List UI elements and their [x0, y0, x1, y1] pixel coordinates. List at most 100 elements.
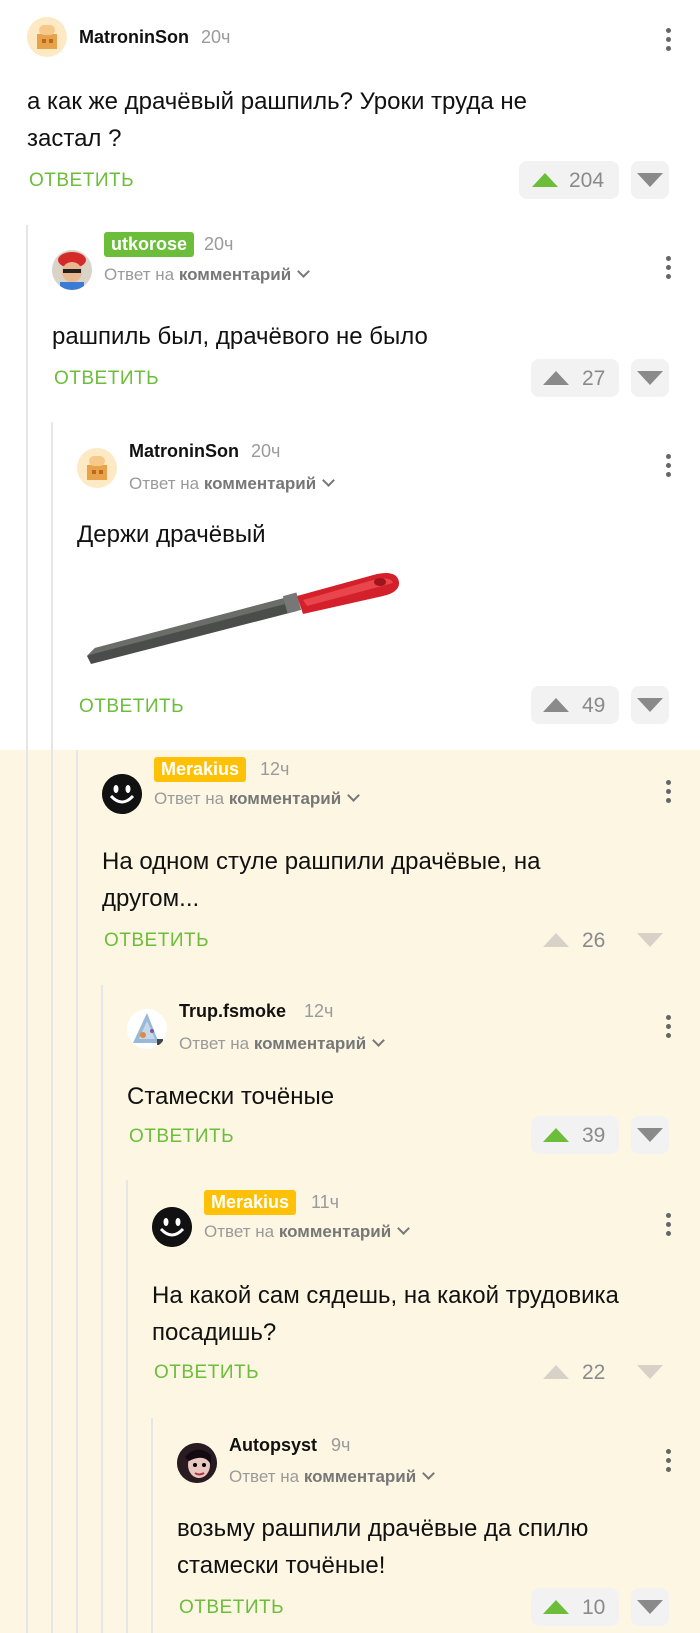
chevron-down-icon [297, 265, 311, 278]
avatar[interactable] [127, 1009, 167, 1049]
chevron-down-icon [322, 474, 336, 487]
comment-text: а как же драчёвый рашпиль? Уроки труда н… [27, 88, 527, 152]
reply-to-link[interactable]: Ответ на комментарий [154, 789, 361, 809]
file-tool-image [87, 573, 400, 664]
reply-to-target: комментарий [303, 1467, 417, 1486]
comment-time: 12ч [304, 1001, 334, 1021]
more-options-icon[interactable] [666, 454, 672, 481]
comment-time: 12ч [260, 759, 290, 779]
vote-score: 39 [582, 1124, 606, 1147]
upvote-button[interactable]: 10 [531, 1588, 619, 1626]
avatar[interactable] [102, 774, 142, 814]
reply-to-link[interactable]: Ответ на комментарий [229, 1467, 436, 1487]
thread-line-level-3[interactable] [76, 750, 78, 1633]
author-name[interactable]: Autopsyst [229, 1435, 317, 1456]
reply-to-target: комментарий [278, 1222, 392, 1241]
comment-time: 20ч [204, 234, 234, 254]
thread-line-level-5[interactable] [126, 1180, 128, 1633]
reply-to-prefix: Ответ на [154, 789, 225, 808]
comment-text: На какой сам сядешь, на какой трудовика … [152, 1282, 619, 1346]
vote-score: 10 [582, 1596, 606, 1619]
upvote-button[interactable]: 39 [531, 1116, 619, 1154]
reply-button[interactable]: ОТВЕТИТЬ [179, 1597, 284, 1619]
author-name[interactable]: utkorose [104, 232, 195, 257]
comment-time: 20ч [201, 27, 231, 47]
author-name[interactable]: MatroninSon [129, 441, 239, 462]
reply-button[interactable]: ОТВЕТИТЬ [154, 1362, 259, 1384]
comment-text: Стамески точёные [127, 1083, 335, 1110]
avatar[interactable] [177, 1443, 217, 1483]
arrow-up-icon [532, 173, 558, 187]
thread-line-level-1[interactable] [26, 225, 28, 1633]
thread-line-level-2[interactable] [51, 422, 53, 1633]
more-options-icon[interactable] [666, 780, 672, 807]
author-name[interactable]: MatroninSon [79, 27, 189, 48]
vote-score: 22 [582, 1361, 606, 1384]
upvote-button[interactable]: 204 [519, 161, 619, 199]
author-name[interactable]: Trup.fsmoke [179, 1001, 286, 1022]
comment: Merakius 12ч Ответ на комментарий На одн… [102, 757, 700, 963]
more-options-icon[interactable] [666, 1213, 672, 1240]
thread-line-level-6[interactable] [151, 1418, 153, 1633]
downvote-button[interactable] [631, 1353, 669, 1391]
reply-to-prefix: Ответ на [229, 1467, 300, 1486]
reply-button[interactable]: ОТВЕТИТЬ [129, 1126, 234, 1148]
arrow-down-icon [637, 1365, 663, 1379]
more-options_icon[interactable] [666, 1015, 672, 1042]
reply-to-link[interactable]: Ответ на комментарий [179, 1034, 386, 1054]
arrow-down-icon [637, 371, 663, 385]
reply-button[interactable]: ОТВЕТИТЬ [79, 696, 184, 718]
upvote-button[interactable]: 49 [531, 686, 619, 724]
reply-to-target: комментарий [203, 474, 317, 493]
reply-to-prefix: Ответ на [129, 474, 200, 493]
vote-score: 204 [569, 169, 605, 192]
reply-to-link[interactable]: Ответ на комментарий [204, 1222, 411, 1242]
thread-line-level-4[interactable] [101, 985, 103, 1633]
vote-score: 49 [582, 694, 606, 717]
avatar[interactable] [52, 250, 92, 290]
arrow-down-icon [637, 1128, 663, 1142]
comment-text: возьму рашпили драчёвые да спилю стамеск… [177, 1515, 589, 1579]
reply-button[interactable]: ОТВЕТИТЬ [104, 930, 209, 952]
avatar[interactable] [152, 1207, 192, 1247]
arrow-up-icon [543, 1365, 569, 1379]
downvote-button[interactable] [631, 921, 669, 959]
downvote-button[interactable] [631, 686, 669, 724]
upvote-button[interactable]: 26 [531, 921, 619, 959]
downvote-button[interactable] [631, 1116, 669, 1154]
reply-to-prefix: Ответ на [104, 265, 175, 284]
comment: MatroninSon 20ч а как же драчёвый рашпил… [27, 17, 700, 207]
avatar[interactable] [77, 448, 117, 488]
comment-text: Держи драчёвый [77, 521, 266, 548]
comment-text: На одном стуле рашпили драчёвые, на друг… [102, 848, 541, 912]
chevron-down-icon [372, 1034, 386, 1047]
reply-to-target: комментарий [178, 265, 292, 284]
author-name[interactable]: Merakius [204, 1190, 297, 1215]
comment: utkorose 20ч Ответ на комментарий рашпил… [52, 232, 700, 400]
reply-to-target: комментарий [228, 789, 342, 808]
downvote-button[interactable] [631, 1588, 669, 1626]
chevron-down-icon [397, 1222, 411, 1235]
reply-to-prefix: Ответ на [179, 1034, 250, 1053]
more-options-icon[interactable] [666, 28, 672, 55]
arrow-up-icon [543, 1128, 569, 1142]
attached-image[interactable] [77, 556, 407, 676]
comment: Trup.fsmoke 12ч Ответ на комментарий Ста… [127, 998, 700, 1168]
reply-button[interactable]: ОТВЕТИТЬ [29, 170, 134, 192]
reply-to-link[interactable]: Ответ на комментарий [104, 265, 311, 285]
more-options-icon[interactable] [666, 256, 672, 283]
reply-to-link[interactable]: Ответ на комментарий [129, 474, 336, 494]
downvote-button[interactable] [631, 161, 669, 199]
arrow-down-icon [637, 698, 663, 712]
downvote-button[interactable] [631, 359, 669, 397]
vote-score: 26 [582, 929, 606, 952]
author-name[interactable]: Merakius [154, 757, 247, 782]
comment: Merakius 11ч Ответ на комментарий На как… [152, 1190, 700, 1396]
comment: Autopsyst 9ч Ответ на комментарий возьму… [177, 1432, 700, 1632]
upvote-button[interactable]: 22 [531, 1353, 619, 1391]
reply-button[interactable]: ОТВЕТИТЬ [54, 368, 159, 390]
chevron-down-icon [422, 1467, 436, 1480]
upvote-button[interactable]: 27 [531, 359, 619, 397]
avatar[interactable] [27, 17, 67, 57]
more-options-icon[interactable] [666, 1449, 672, 1476]
